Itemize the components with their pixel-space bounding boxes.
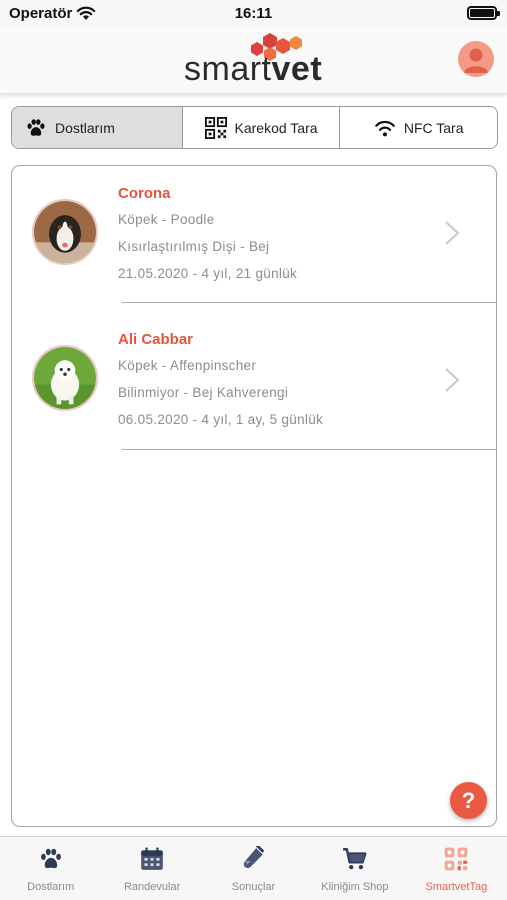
pet-birth-age: 21.05.2020 - 4 yıl, 21 günlük — [118, 266, 298, 281]
row-divider — [122, 449, 496, 450]
tab-klinigim-shop[interactable]: Kliniğim Shop — [304, 837, 405, 900]
status-time: 16:11 — [234, 5, 273, 22]
status-bar: Operatör 16:11 — [0, 0, 507, 26]
tag-grid-icon — [444, 847, 468, 871]
pet-name: Ali Cabbar — [118, 331, 194, 348]
smartvet-logo: smartvet — [184, 32, 324, 90]
paw-icon — [40, 848, 61, 869]
tab-smartvettag[interactable]: SmartvetTag — [406, 837, 507, 900]
nfc-icon — [375, 120, 395, 136]
segment-label: Dostlarım — [55, 119, 115, 136]
dog-photo-icon — [34, 201, 96, 263]
pet-photo — [32, 345, 98, 411]
profile-button[interactable] — [458, 41, 494, 77]
user-icon — [464, 48, 488, 73]
app-header: smartvet — [0, 26, 507, 94]
tab-label: Dostlarım — [27, 881, 75, 893]
qr-code-icon — [204, 116, 227, 139]
dog-photo-icon — [34, 347, 96, 409]
tab-sonuclar[interactable]: Sonuçlar — [203, 837, 304, 900]
help-button[interactable]: ? — [450, 782, 487, 819]
chevron-right-icon — [445, 368, 460, 392]
test-tube-icon — [243, 846, 264, 868]
tab-dostlarim[interactable]: Dostlarım — [0, 837, 101, 900]
paw-icon — [27, 118, 45, 136]
calendar-icon — [141, 847, 163, 870]
segment-label: Karekod Tara — [234, 119, 318, 136]
pet-status-color: Bilinmiyor - Bej Kahverengi — [118, 385, 289, 400]
tab-label: Kliniğim Shop — [321, 881, 389, 893]
cart-icon — [343, 848, 367, 870]
logo-text-smart: smart — [184, 50, 272, 88]
segment-label: NFC Tara — [403, 119, 464, 136]
pet-list-item[interactable]: Corona Köpek - Poodle Kısırlaştırılmış D… — [12, 166, 496, 303]
pet-status-color: Kısırlaştırılmış Dişi - Bej — [118, 239, 270, 254]
pet-list: Corona Köpek - Poodle Kısırlaştırılmış D… — [11, 165, 497, 827]
pet-name: Corona — [118, 185, 171, 202]
pet-species-breed: Köpek - Poodle — [118, 212, 215, 227]
segment-nfc-tara[interactable]: NFC Tara — [340, 107, 497, 148]
segment-karekod-tara[interactable]: Karekod Tara — [183, 107, 341, 148]
tab-label: SmartvetTag — [425, 881, 488, 893]
pet-list-item[interactable]: Ali Cabbar Köpek - Affenpinscher Bilinmi… — [12, 313, 496, 450]
pet-source-segmented-control: Dostlarım Karekod Tara NFC Tara — [11, 106, 498, 149]
tab-label: Randevular — [123, 881, 181, 893]
chevron-right-icon — [445, 221, 460, 245]
tab-label: Sonuçlar — [231, 881, 276, 893]
tab-bar: Dostlarım Randevular Sonuçlar Kliniğim S… — [0, 836, 507, 900]
tab-randevular[interactable]: Randevular — [101, 837, 202, 900]
pet-species-breed: Köpek - Affenpinscher — [118, 358, 257, 373]
segment-dostlarim[interactable]: Dostlarım — [12, 107, 183, 148]
battery-icon — [467, 6, 500, 20]
pet-birth-age: 06.05.2020 - 4 yıl, 1 ay, 5 günlük — [118, 412, 324, 427]
pet-photo — [32, 199, 98, 265]
row-divider — [122, 302, 496, 303]
logo-text-vet: vet — [271, 50, 323, 88]
